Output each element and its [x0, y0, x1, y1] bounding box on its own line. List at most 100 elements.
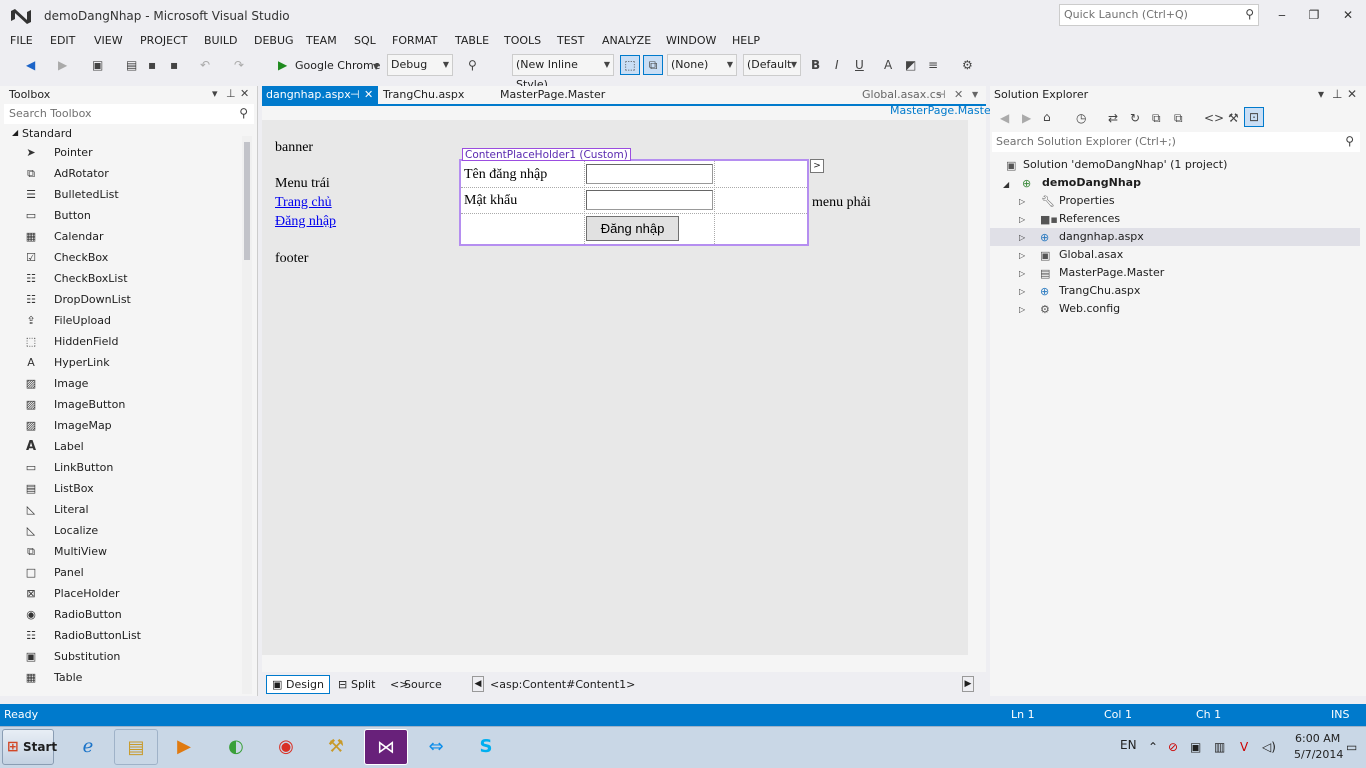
- project-node[interactable]: demoDangNhap: [1042, 174, 1141, 192]
- font-select[interactable]: (Default ▼: [743, 54, 801, 76]
- file-explorer-icon[interactable]: ▤: [114, 729, 158, 765]
- tool-imagemap[interactable]: ▨ ImageMap: [24, 416, 240, 436]
- tool-radiobuttonlist[interactable]: ☷ RadioButtonList: [24, 626, 240, 646]
- style-select[interactable]: (New Inline Style) ▼: [512, 54, 614, 91]
- split-view-button[interactable]: Split: [351, 678, 375, 691]
- clock-date[interactable]: 5/7/2014: [1294, 748, 1343, 761]
- back-icon[interactable]: ◀: [1000, 111, 1009, 125]
- internet-explorer-icon[interactable]: ℯ: [66, 729, 110, 765]
- close-icon[interactable]: ✕: [364, 86, 373, 104]
- visual-aids-icon[interactable]: ⬚: [620, 55, 640, 75]
- show-desktop-icon[interactable]: ▭: [1346, 740, 1357, 754]
- tool-hiddenfield[interactable]: ⬚ HiddenField: [24, 332, 240, 352]
- menu-tools[interactable]: TOOLS: [504, 34, 541, 47]
- refresh-icon[interactable]: ↻: [1130, 111, 1140, 125]
- tool-pointer[interactable]: ➤ Pointer: [24, 143, 240, 163]
- start-button[interactable]: ⊞ Start: [2, 729, 57, 765]
- tool-label[interactable]: A Label: [24, 437, 240, 457]
- save-all-icon[interactable]: ▪: [170, 58, 178, 72]
- tool-dropdownlist[interactable]: ☷ DropDownList: [24, 290, 240, 310]
- pin-icon[interactable]: ⊥: [1332, 87, 1342, 101]
- save-icon[interactable]: ▪: [148, 58, 156, 72]
- tool-bulletedlist[interactable]: ☰ BulletedList: [24, 185, 240, 205]
- nav-left-icon[interactable]: ◀: [472, 676, 484, 692]
- language-indicator[interactable]: EN: [1120, 738, 1137, 752]
- start-debugging-icon[interactable]: ▶: [278, 58, 287, 72]
- tool-literal[interactable]: ◺ Literal: [24, 500, 240, 520]
- collapsed-arrow-icon[interactable]: ▷: [1019, 251, 1025, 260]
- home-link[interactable]: Trang chủ: [275, 195, 332, 211]
- close-button[interactable]: ✕: [1334, 4, 1362, 26]
- home-icon[interactable]: ⌂: [1043, 110, 1051, 124]
- menu-build[interactable]: BUILD: [204, 34, 237, 47]
- login-button[interactable]: Đăng nhập: [586, 216, 679, 241]
- menu-team[interactable]: TEAM: [306, 34, 337, 47]
- browser-selector[interactable]: Google Chrome: [295, 56, 380, 76]
- view-code-icon[interactable]: <>: [1204, 111, 1224, 125]
- master-page-link[interactable]: MasterPage.Master: [890, 104, 995, 117]
- toolbox-group-standard[interactable]: Standard: [22, 127, 72, 140]
- show-tags-icon[interactable]: ⧉: [643, 55, 663, 75]
- history-icon[interactable]: ◷: [1076, 111, 1086, 125]
- pin-icon[interactable]: ⊣: [936, 86, 946, 104]
- properties-icon[interactable]: ⚒: [1228, 111, 1239, 125]
- open-file-icon[interactable]: ▤: [126, 58, 137, 72]
- chevron-down-icon[interactable]: ▼: [373, 60, 379, 74]
- menu-sql[interactable]: SQL: [354, 34, 376, 47]
- teamviewer-icon[interactable]: ⇔: [414, 729, 458, 765]
- menu-edit[interactable]: EDIT: [50, 34, 75, 47]
- tray-expand-icon[interactable]: ⌃: [1148, 740, 1158, 754]
- tool-imagebutton[interactable]: ▨ ImageButton: [24, 395, 240, 415]
- target-rule-select[interactable]: (None) ▼: [667, 54, 737, 76]
- tab-dangnhap[interactable]: dangnhap.aspx ⊣ ✕: [262, 86, 378, 104]
- back-icon[interactable]: ◀: [26, 58, 35, 72]
- content-placeholder-label[interactable]: ContentPlaceHolder1 (Custom): [462, 148, 631, 161]
- menu-file[interactable]: FILE: [10, 34, 33, 47]
- security-tray-icon[interactable]: ⊘: [1168, 740, 1178, 754]
- tree-item-trangchu[interactable]: TrangChu.aspx: [1059, 282, 1140, 300]
- media-player-icon[interactable]: ▶: [162, 729, 206, 765]
- collapse-all-icon[interactable]: ⧉: [1152, 111, 1161, 125]
- tool-radiobutton[interactable]: ◉ RadioButton: [24, 605, 240, 625]
- italic-icon[interactable]: I: [835, 58, 839, 72]
- close-icon[interactable]: ✕: [240, 87, 249, 101]
- nav-right-icon[interactable]: ▶: [962, 676, 974, 692]
- vertical-scrollbar[interactable]: [970, 120, 984, 656]
- tool-linkbutton[interactable]: ▭ LinkButton: [24, 458, 240, 478]
- quick-launch-input[interactable]: Quick Launch (Ctrl+Q) ⚲: [1059, 4, 1259, 26]
- font-color-icon[interactable]: A: [884, 58, 892, 72]
- password-input[interactable]: [586, 190, 713, 210]
- highlight-icon[interactable]: ◩: [905, 58, 916, 72]
- tree-item-global-asax[interactable]: Global.asax: [1059, 246, 1123, 264]
- toolbox-search-input[interactable]: Search Toolbox ⚲: [4, 104, 254, 124]
- tool-image[interactable]: ▨ Image: [24, 374, 240, 394]
- dropdown-icon[interactable]: ▾: [212, 87, 218, 101]
- collapsed-arrow-icon[interactable]: ▷: [1019, 215, 1025, 224]
- menu-project[interactable]: PROJECT: [140, 34, 188, 47]
- forward-icon[interactable]: ▶: [58, 58, 67, 72]
- tab-masterpage[interactable]: MasterPage.Master: [496, 86, 609, 104]
- tool-checkbox[interactable]: ☑ CheckBox: [24, 248, 240, 268]
- minimize-button[interactable]: ‒: [1268, 4, 1296, 26]
- tool-panel[interactable]: □ Panel: [24, 563, 240, 583]
- restore-button[interactable]: ❐: [1300, 4, 1328, 26]
- solution-node[interactable]: Solution 'demoDangNhap' (1 project): [1023, 156, 1227, 174]
- align-icon[interactable]: ≡: [928, 58, 938, 72]
- pin-icon[interactable]: ⊣: [350, 86, 360, 104]
- unikey-tray-icon[interactable]: V: [1240, 740, 1248, 754]
- volume-icon[interactable]: ◁): [1262, 740, 1276, 754]
- tool-substitution[interactable]: ▣ Substitution: [24, 647, 240, 667]
- tag-breadcrumb[interactable]: <asp:Content#Content1>: [490, 678, 635, 691]
- collapsed-arrow-icon[interactable]: ▷: [1019, 233, 1025, 242]
- undo-icon[interactable]: ↶: [200, 58, 210, 72]
- collapse-arrow-icon[interactable]: ◢: [12, 128, 18, 137]
- menu-analyze[interactable]: ANALYZE: [602, 34, 651, 47]
- bold-icon[interactable]: B: [811, 58, 820, 72]
- configuration-select[interactable]: Debug ▼: [387, 54, 453, 76]
- tool-placeholder[interactable]: ⊠ PlaceHolder: [24, 584, 240, 604]
- menu-test[interactable]: TEST: [557, 34, 584, 47]
- close-icon[interactable]: ✕: [1347, 87, 1357, 101]
- find-icon[interactable]: ⚲: [468, 58, 477, 72]
- tool-calendar[interactable]: ▦ Calendar: [24, 227, 240, 247]
- tools-icon[interactable]: ⚒: [314, 729, 358, 765]
